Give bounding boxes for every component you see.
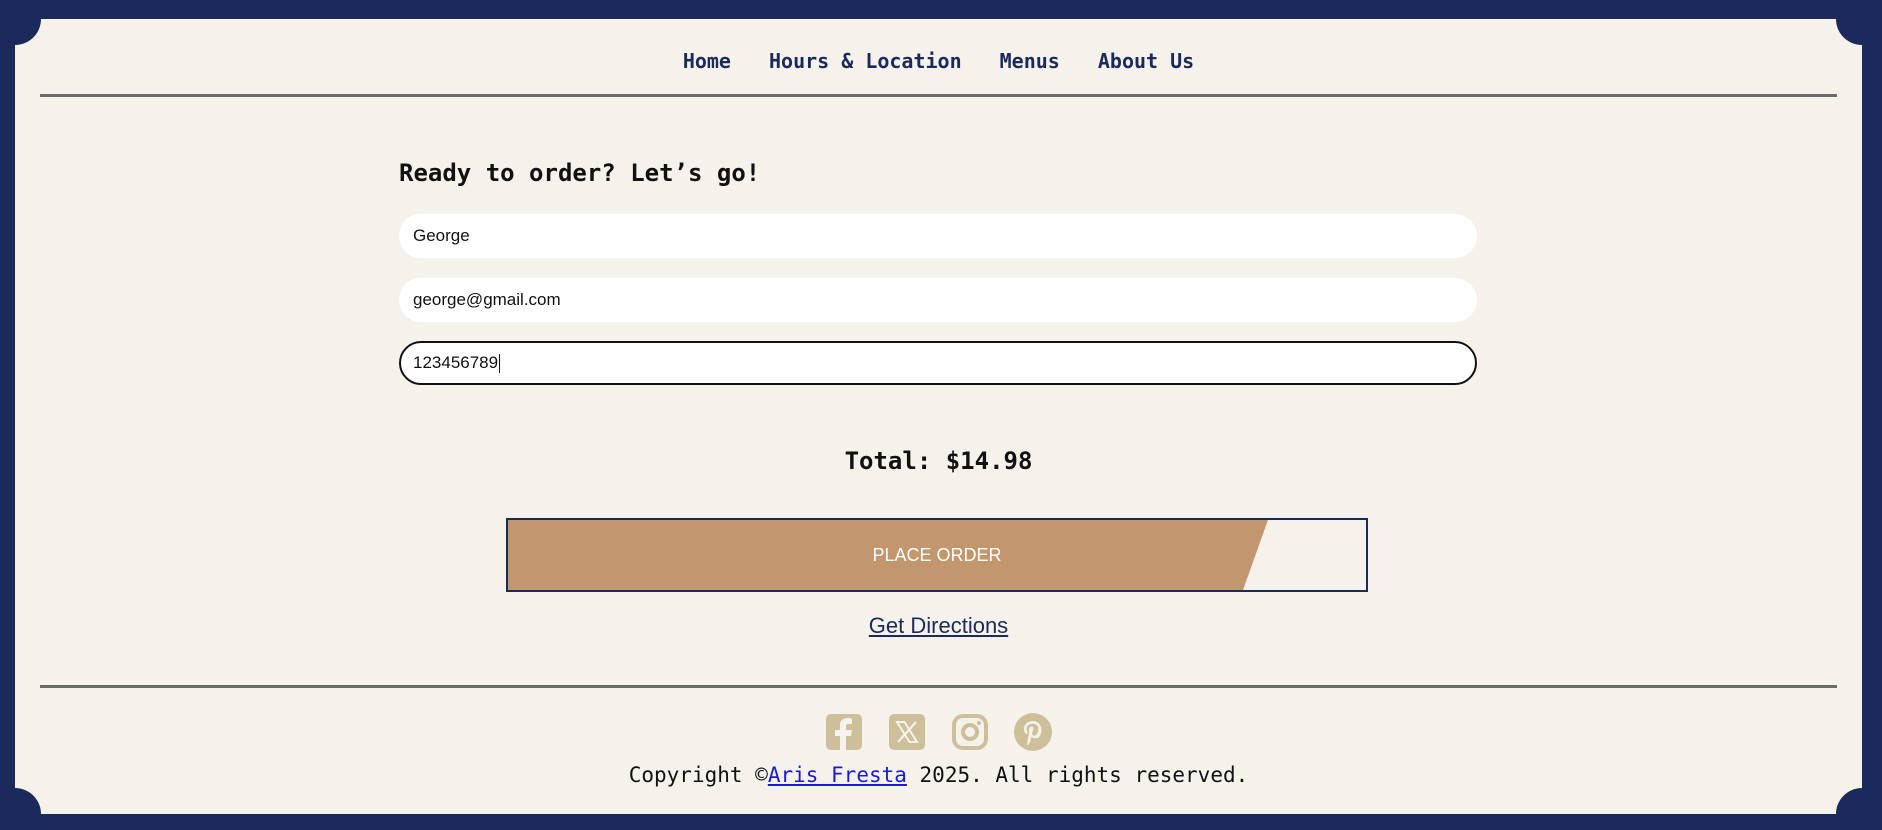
nav-home[interactable]: Home bbox=[683, 45, 731, 77]
order-total: Total: $14.98 bbox=[844, 447, 1033, 475]
x-icon[interactable] bbox=[888, 713, 926, 751]
get-directions-link[interactable]: Get Directions bbox=[869, 613, 1008, 638]
footer-divider bbox=[40, 685, 1837, 688]
header-divider bbox=[40, 94, 1837, 97]
name-field[interactable]: George bbox=[399, 214, 1477, 258]
phone-field-value: 123456789 bbox=[413, 353, 499, 372]
email-field-value: george@gmail.com bbox=[413, 290, 561, 309]
author-link[interactable]: Aris Fresta bbox=[768, 763, 907, 787]
phone-field[interactable]: 123456789 bbox=[399, 341, 1477, 385]
nav-menus[interactable]: Menus bbox=[1000, 45, 1060, 77]
name-field-value: George bbox=[413, 226, 470, 245]
copyright-suffix: 2025. All rights reserved. bbox=[906, 763, 1249, 787]
corner-notch bbox=[15, 788, 41, 814]
nav-hours-location[interactable]: Hours & Location bbox=[769, 45, 962, 77]
email-field[interactable]: george@gmail.com bbox=[399, 278, 1477, 322]
nav-about-us[interactable]: About Us bbox=[1098, 45, 1194, 77]
instagram-icon[interactable] bbox=[951, 713, 989, 751]
place-order-label: PLACE ORDER bbox=[872, 544, 1002, 565]
pinterest-icon[interactable] bbox=[1014, 713, 1052, 751]
directions-container: Get Directions bbox=[15, 613, 1862, 639]
corner-notch bbox=[1836, 19, 1862, 45]
social-links bbox=[15, 713, 1862, 753]
page-card: Home Hours & Location Menus About Us Rea… bbox=[15, 19, 1862, 814]
corner-notch bbox=[15, 19, 41, 45]
main-nav: Home Hours & Location Menus About Us bbox=[15, 45, 1862, 77]
facebook-icon[interactable] bbox=[825, 713, 863, 751]
text-caret bbox=[499, 353, 501, 373]
place-order-button[interactable]: PLACE ORDER bbox=[506, 518, 1368, 592]
copyright-prefix: Copyright © bbox=[628, 763, 768, 787]
corner-notch bbox=[1836, 788, 1862, 814]
copyright-notice: Copyright ©Aris Fresta 2025. All rights … bbox=[15, 763, 1862, 787]
order-form-heading: Ready to order? Let’s go! bbox=[399, 159, 761, 187]
